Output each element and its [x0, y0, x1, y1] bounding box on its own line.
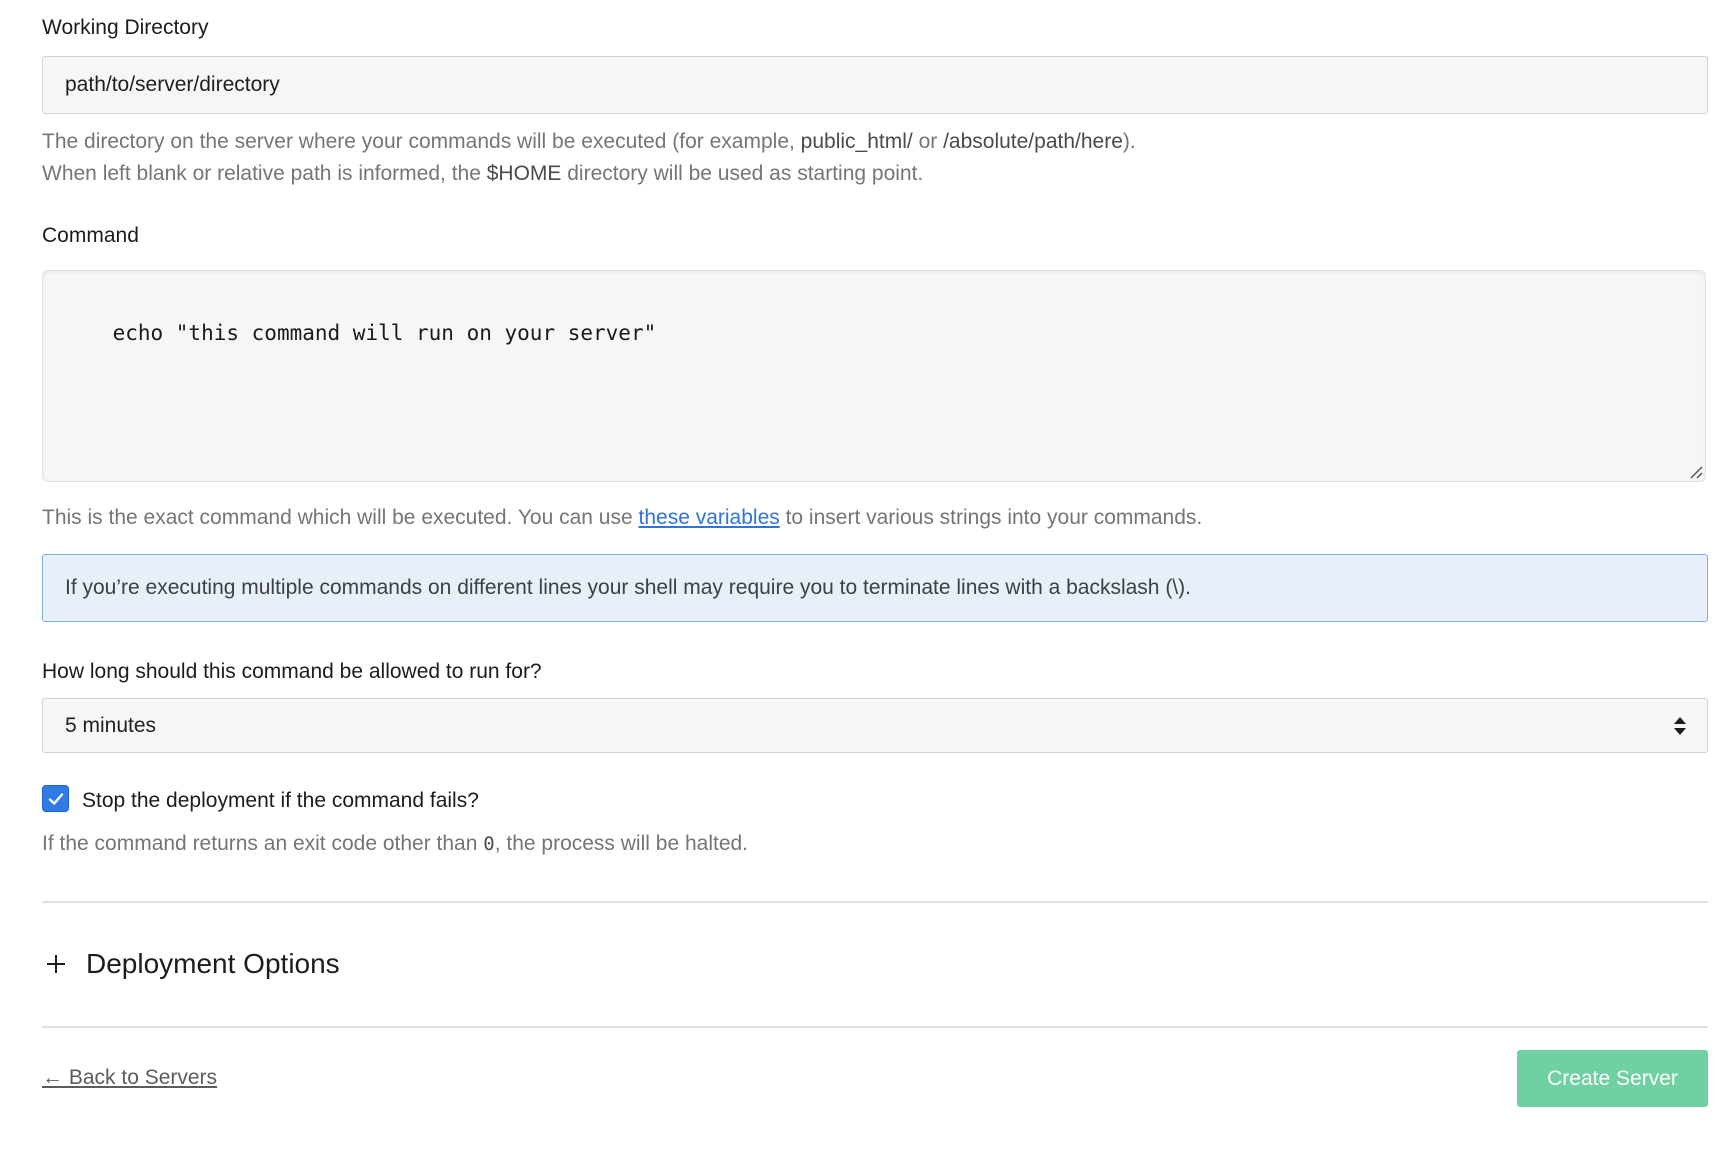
deployment-options-toggle[interactable]: Deployment Options: [42, 940, 340, 988]
stop-on-fail-help-text: If the command returns an exit code othe…: [42, 832, 484, 855]
example-public-html: public_html/: [800, 130, 913, 153]
divider-top: [42, 901, 1708, 903]
back-to-servers-link[interactable]: ← Back to Servers: [42, 1066, 217, 1090]
working-directory-help-suffix: ).: [1122, 130, 1136, 153]
deployment-options-title: Deployment Options: [86, 948, 340, 979]
working-directory-help-or: or: [912, 130, 944, 153]
timeout-label: How long should this command be allowed …: [42, 660, 542, 683]
divider-bottom: [42, 1026, 1708, 1028]
working-directory-help-line2: When left blank or relative path is info…: [42, 162, 487, 185]
plus-icon: [47, 955, 65, 973]
working-directory-label: Working Directory: [42, 16, 209, 39]
select-arrows-icon: [1674, 716, 1686, 735]
stop-on-fail-help-suffix: , the process will be halted.: [494, 832, 749, 855]
exit-code-zero: 0: [483, 833, 495, 855]
command-help: This is the exact command which will be …: [42, 502, 1202, 534]
timeout-selected-value: 5 minutes: [65, 713, 157, 737]
working-directory-help-text: The directory on the server where your c…: [42, 130, 801, 153]
backslash-info-alert: If you’re executing multiple commands on…: [42, 554, 1708, 622]
create-server-button[interactable]: Create Server: [1517, 1050, 1708, 1107]
stop-on-fail-help: If the command returns an exit code othe…: [42, 828, 748, 860]
stop-on-fail-label[interactable]: Stop the deployment if the command fails…: [82, 789, 479, 813]
command-textarea[interactable]: echo "this command will run on your serv…: [42, 270, 1706, 482]
stop-on-fail-checkbox[interactable]: [42, 785, 69, 812]
working-directory-input[interactable]: path/to/server/directory: [42, 56, 1708, 114]
command-value: echo "this command will run on your serv…: [112, 321, 657, 345]
example-absolute-path: /absolute/path/here: [943, 130, 1123, 153]
working-directory-value: path/to/server/directory: [65, 73, 280, 96]
working-directory-help: The directory on the server where your c…: [42, 126, 1136, 190]
command-label: Command: [42, 224, 139, 247]
alert-text: If you’re executing multiple commands on…: [65, 576, 1191, 599]
these-variables-link[interactable]: these variables: [639, 506, 780, 529]
command-help-text: This is the exact command which will be …: [42, 506, 639, 529]
command-help-suffix: to insert various strings into your comm…: [779, 506, 1203, 529]
working-directory-help-line2-suffix: directory will be used as starting point…: [561, 162, 924, 185]
home-variable: $HOME: [486, 162, 562, 185]
checkmark-icon: [48, 792, 63, 805]
timeout-select[interactable]: 5 minutes: [42, 698, 1708, 753]
resize-grip-icon[interactable]: [1689, 465, 1703, 479]
